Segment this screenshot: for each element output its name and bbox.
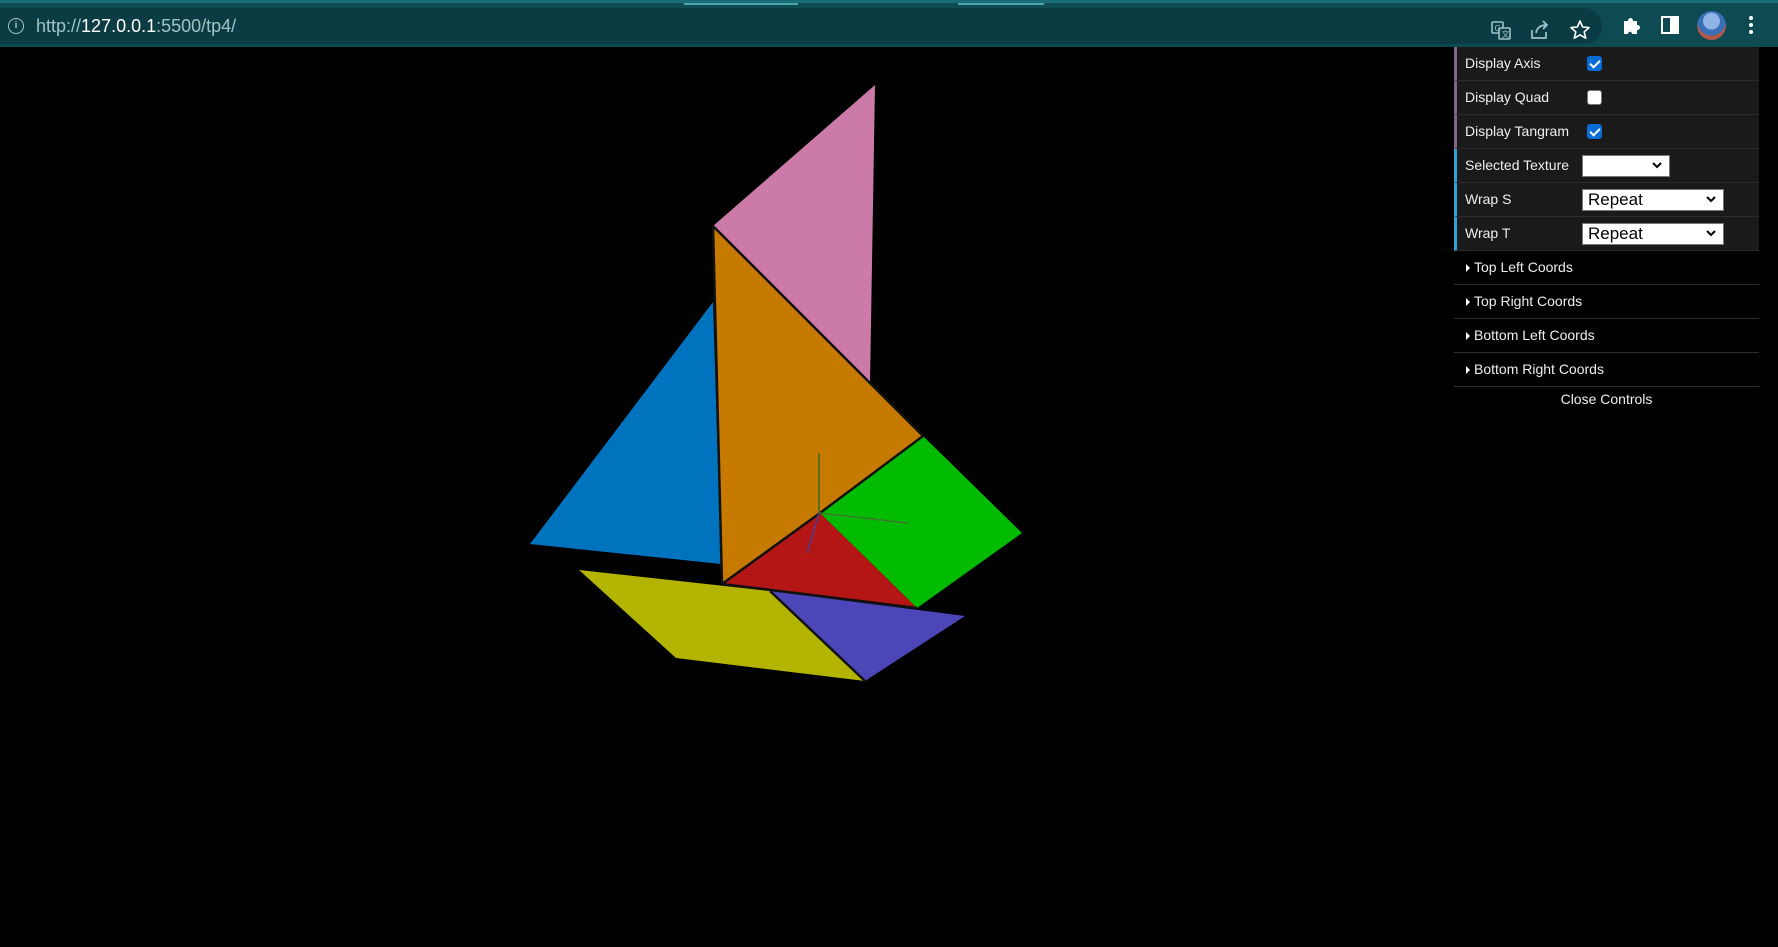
wrap-s-value: Repeat — [1588, 190, 1643, 209]
folder-bottom-left-coords[interactable]: Bottom Left Coords — [1454, 319, 1759, 353]
bookmark-star-icon[interactable] — [1569, 19, 1591, 41]
caret-right-icon — [1466, 264, 1470, 272]
wrap-t-value: Repeat — [1588, 224, 1643, 243]
profile-avatar[interactable] — [1697, 11, 1726, 40]
side-panel-icon[interactable] — [1659, 14, 1681, 36]
folder-label: Bottom Right Coords — [1474, 361, 1604, 377]
folder-label: Top Left Coords — [1474, 259, 1573, 275]
folder-top-right-coords[interactable]: Top Right Coords — [1454, 285, 1759, 319]
url-text[interactable]: http://127.0.0.1:5500/tp4/ — [36, 16, 236, 37]
translate-icon[interactable]: G文 — [1490, 19, 1512, 41]
url-path: :5500/tp4/ — [156, 16, 237, 36]
caret-right-icon — [1466, 366, 1470, 374]
address-bar[interactable]: i http://127.0.0.1:5500/tp4/ G文 — [0, 8, 1602, 44]
display-quad-label: Display Quad — [1465, 89, 1550, 105]
close-controls-button[interactable]: Close Controls — [1454, 387, 1759, 411]
svg-text:文: 文 — [1502, 29, 1510, 39]
site-info-icon[interactable]: i — [8, 18, 24, 34]
folder-top-left-coords[interactable]: Top Left Coords — [1454, 251, 1759, 285]
wrap-s-label: Wrap S — [1465, 191, 1512, 207]
wrap-s-row: Wrap S Repeat — [1454, 183, 1759, 217]
tab-strip-indicator — [958, 3, 1044, 5]
display-axis-label: Display Axis — [1465, 55, 1541, 71]
wrap-s-select[interactable]: Repeat — [1582, 189, 1724, 211]
caret-right-icon — [1466, 298, 1470, 306]
wrap-t-label: Wrap T — [1465, 225, 1511, 241]
selected-texture-label: Selected Texture — [1465, 157, 1570, 173]
tab-strip-indicator — [684, 3, 798, 5]
folder-bottom-right-coords[interactable]: Bottom Right Coords — [1454, 353, 1759, 387]
url-host: 127.0.0.1 — [81, 16, 157, 36]
share-icon[interactable] — [1529, 19, 1551, 41]
display-tangram-row[interactable]: Display Tangram — [1454, 115, 1759, 149]
display-tangram-checkbox[interactable] — [1587, 124, 1602, 139]
chevron-down-icon — [1706, 196, 1716, 203]
display-axis-row[interactable]: Display Axis — [1454, 47, 1759, 81]
extensions-icon[interactable] — [1620, 14, 1642, 36]
display-tangram-label: Display Tangram — [1465, 123, 1570, 139]
display-quad-row[interactable]: Display Quad — [1454, 81, 1759, 115]
display-quad-checkbox[interactable] — [1587, 90, 1602, 105]
webgl-canvas[interactable] — [0, 47, 1454, 947]
url-scheme: http:// — [36, 16, 82, 36]
chevron-down-icon — [1652, 162, 1662, 169]
selected-texture-select[interactable] — [1582, 155, 1670, 177]
wrap-t-row: Wrap T Repeat — [1454, 217, 1759, 251]
wrap-t-select[interactable]: Repeat — [1582, 223, 1724, 245]
more-menu-icon[interactable] — [1740, 14, 1762, 36]
selected-texture-row: Selected Texture — [1454, 149, 1759, 183]
folder-label: Bottom Left Coords — [1474, 327, 1595, 343]
folder-label: Top Right Coords — [1474, 293, 1583, 309]
browser-toolbar: i http://127.0.0.1:5500/tp4/ G文 — [0, 0, 1778, 47]
svg-text:G: G — [1495, 24, 1501, 33]
controls-panel: Display Axis Display Quad Display Tangra… — [1454, 47, 1759, 411]
display-axis-checkbox[interactable] — [1587, 56, 1602, 71]
caret-right-icon — [1466, 332, 1470, 340]
chevron-down-icon — [1706, 230, 1716, 237]
